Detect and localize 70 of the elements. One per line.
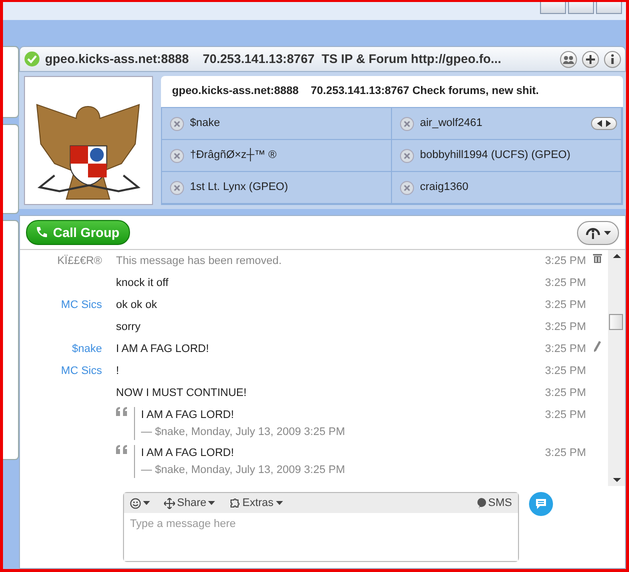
conversation-topic: gpeo.kicks-ass.net:8888 70.253.141.13:8767 Check forums, new shit. xyxy=(172,84,539,100)
message-text: sorry xyxy=(116,321,140,333)
offline-status-icon xyxy=(400,180,414,194)
message-time: 3:25 PM xyxy=(545,255,586,267)
status-check-icon xyxy=(24,51,40,67)
speech-bubble-icon xyxy=(476,498,486,508)
message-time: 3:25 PM xyxy=(545,365,586,377)
emoticon-button[interactable] xyxy=(130,498,150,508)
participant-name[interactable]: bobbyhill1994 (UCFS) (GPEO) xyxy=(420,147,570,164)
smiley-icon xyxy=(130,498,141,508)
scrollbar[interactable] xyxy=(608,250,625,486)
participant-name[interactable]: $nake xyxy=(190,115,220,132)
participant-name[interactable]: 1st Lt. Lynx (GPEO) xyxy=(190,179,288,196)
minimize-button[interactable] xyxy=(540,2,566,14)
message-time: 3:25 PM xyxy=(545,299,586,311)
offline-status-icon xyxy=(170,116,184,130)
participant-name[interactable]: craig1360 xyxy=(420,179,468,196)
quoted-text: I AM A FAG LORD! xyxy=(141,446,235,461)
message-time: 3:25 PM xyxy=(545,321,586,333)
message-time: 3:25 PM xyxy=(545,277,586,289)
right-arrow-icon[interactable] xyxy=(606,120,611,127)
participants-icon[interactable] xyxy=(560,50,577,68)
removed-message-text: This message has been removed. xyxy=(116,255,282,267)
quoted-text: I AM A FAG LORD! xyxy=(141,408,235,423)
message-time: 3:25 PM xyxy=(545,409,586,421)
sidebar-panel xyxy=(3,46,19,118)
message-text: knock it off xyxy=(116,277,168,289)
move-arrows-icon xyxy=(164,498,175,508)
message-text: ! xyxy=(116,365,120,377)
quote-icon xyxy=(116,407,128,416)
conversation-title: gpeo.kicks-ass.net:8888 70.253.141.13:8767 TS IP & Forum http://gpeo.fo... xyxy=(45,50,502,68)
offline-status-icon xyxy=(400,148,414,162)
add-icon[interactable] xyxy=(582,50,599,68)
pencil-icon[interactable] xyxy=(593,341,601,352)
scroll-thumb[interactable] xyxy=(609,314,623,330)
left-arrow-icon[interactable] xyxy=(597,120,602,127)
maximize-button[interactable] xyxy=(568,2,594,14)
message-time: 3:25 PM xyxy=(545,387,586,399)
puzzle-icon xyxy=(229,498,240,508)
caret-icon xyxy=(143,501,150,505)
sender-name[interactable]: KÏ££€R® xyxy=(57,255,102,267)
phone-icon xyxy=(35,226,47,239)
quote-icon xyxy=(116,445,128,454)
quote-attribution: — $nake, Monday, July 13, 2009 3:25 PM xyxy=(141,462,346,478)
extras-button[interactable]: Extras xyxy=(229,494,283,512)
offline-status-icon xyxy=(170,148,184,162)
quote-attribution: — $nake, Monday, July 13, 2009 3:25 PM xyxy=(141,424,346,440)
offline-status-icon xyxy=(400,116,414,130)
message-text: ok ok ok xyxy=(116,299,157,311)
trash-icon[interactable] xyxy=(592,253,602,263)
sms-button[interactable]: SMS xyxy=(476,494,512,512)
participant-name[interactable]: †ÐrâgñØ×z┼™ ® xyxy=(190,147,277,164)
participant-name[interactable]: air_wolf2461 xyxy=(420,115,482,132)
caret-icon xyxy=(604,230,611,234)
info-icon[interactable] xyxy=(604,50,621,68)
info-icon xyxy=(585,226,601,240)
share-button[interactable]: Share xyxy=(164,494,216,512)
message-time: 3:25 PM xyxy=(545,447,586,459)
scroll-arrows-button[interactable] xyxy=(591,117,617,130)
info-menu-button[interactable] xyxy=(577,220,619,244)
close-button[interactable] xyxy=(596,2,622,14)
send-button[interactable] xyxy=(529,492,553,516)
caret-icon xyxy=(208,501,216,505)
message-composer[interactable]: Share Extras SMS Type a message here xyxy=(123,492,519,562)
chat-bubble-icon xyxy=(535,498,547,510)
caret-icon xyxy=(276,501,283,505)
message-text: NOW I MUST CONTINUE! xyxy=(116,387,247,399)
offline-status-icon xyxy=(170,180,184,194)
message-time: 3:25 PM xyxy=(545,343,586,355)
message-text: I AM A FAG LORD! xyxy=(116,343,209,355)
